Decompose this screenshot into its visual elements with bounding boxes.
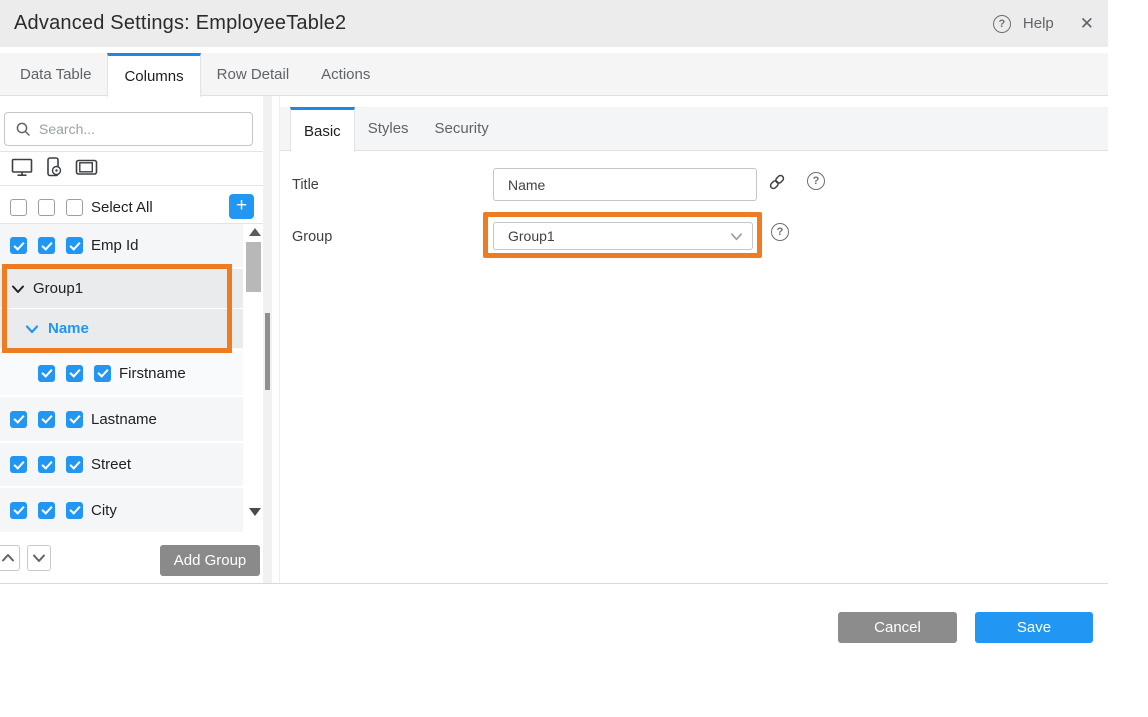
cancel-button[interactable]: Cancel — [838, 612, 957, 643]
search-icon — [15, 121, 31, 137]
dialog-header: Advanced Settings: EmployeeTable2 ? Help… — [0, 0, 1108, 47]
help-link[interactable]: Help — [1023, 15, 1054, 32]
mobile-checkbox[interactable] — [38, 502, 55, 519]
tab-styles[interactable]: Styles — [355, 107, 422, 150]
advanced-settings-dialog: Advanced Settings: EmployeeTable2 ? Help… — [0, 0, 1148, 717]
column-row-street[interactable]: Street — [0, 443, 243, 486]
column-row-firstname[interactable]: Firstname — [0, 351, 243, 395]
divider — [0, 583, 1108, 584]
column-settings-panel: Basic Styles Security Title ? Group Grou… — [280, 96, 1108, 583]
column-row-city[interactable]: City — [0, 488, 243, 532]
desktop-checkbox[interactable] — [10, 237, 27, 254]
close-icon[interactable]: ✕ — [1080, 14, 1094, 34]
select-all-tablet-checkbox[interactable] — [66, 199, 83, 216]
main-tab-bar: Data Table Columns Row Detail Actions — [0, 53, 1108, 96]
link-icon[interactable] — [767, 172, 787, 197]
chevron-down-icon[interactable] — [24, 321, 40, 337]
title-field-label: Title — [292, 177, 319, 193]
subgroup-label: Name — [48, 320, 89, 337]
group-dropdown-value: Group1 — [508, 228, 555, 244]
desktop-checkbox[interactable] — [38, 365, 55, 382]
tab-columns[interactable]: Columns — [107, 53, 200, 97]
move-down-button[interactable] — [27, 545, 51, 571]
column-list: Emp Id Group1 Name Firstname — [0, 224, 243, 534]
chevron-up-icon — [0, 550, 16, 566]
add-column-button[interactable]: + — [229, 194, 254, 219]
tab-actions[interactable]: Actions — [305, 53, 386, 95]
column-label: Lastname — [91, 411, 157, 428]
tablet-checkbox[interactable] — [66, 237, 83, 254]
divider — [0, 185, 263, 186]
save-button[interactable]: Save — [975, 612, 1093, 643]
mobile-checkbox[interactable] — [66, 365, 83, 382]
device-toggle-row — [10, 155, 100, 179]
mobile-icon[interactable] — [43, 155, 65, 179]
panel-tab-bar: Basic Styles Security — [280, 107, 1108, 151]
list-scrollbar-thumb[interactable] — [246, 242, 261, 292]
tablet-checkbox[interactable] — [94, 365, 111, 382]
group-dropdown[interactable]: Group1 — [493, 222, 753, 250]
mobile-checkbox[interactable] — [38, 456, 55, 473]
dialog-title: Advanced Settings: EmployeeTable2 — [14, 12, 346, 35]
tab-basic[interactable]: Basic — [290, 107, 355, 152]
select-all-mobile-checkbox[interactable] — [38, 199, 55, 216]
tablet-checkbox[interactable] — [66, 456, 83, 473]
scroll-down-button[interactable] — [249, 508, 261, 516]
scroll-up-button[interactable] — [249, 228, 261, 236]
chevron-down-icon — [31, 550, 47, 566]
select-all-row: Select All + — [0, 190, 263, 224]
desktop-checkbox[interactable] — [10, 411, 27, 428]
column-row-emp-id[interactable]: Emp Id — [0, 224, 243, 267]
tablet-checkbox[interactable] — [66, 411, 83, 428]
group-row-group1[interactable]: Group1 — [0, 269, 243, 308]
group-label: Group1 — [33, 280, 83, 297]
tablet-icon[interactable] — [74, 155, 100, 179]
sidebar-scrollbar-track[interactable] — [263, 96, 272, 583]
desktop-checkbox[interactable] — [10, 502, 27, 519]
add-group-button[interactable]: Add Group — [160, 545, 260, 576]
group-help-icon[interactable]: ? — [771, 223, 789, 241]
select-all-desktop-checkbox[interactable] — [10, 199, 27, 216]
search-input[interactable] — [39, 121, 229, 137]
column-label: City — [91, 502, 117, 519]
chevron-down-icon — [729, 229, 744, 249]
mobile-checkbox[interactable] — [38, 237, 55, 254]
move-up-button[interactable] — [0, 545, 20, 571]
title-input[interactable] — [493, 168, 757, 201]
mobile-checkbox[interactable] — [38, 411, 55, 428]
columns-sidebar: Select All + Emp Id Group1 — [0, 96, 263, 583]
group-field-label: Group — [292, 229, 332, 245]
tablet-checkbox[interactable] — [66, 502, 83, 519]
tab-data-table[interactable]: Data Table — [4, 53, 107, 95]
column-label: Firstname — [119, 365, 186, 382]
tab-row-detail[interactable]: Row Detail — [201, 53, 306, 95]
sidebar-scrollbar-thumb[interactable] — [265, 313, 270, 390]
tab-security[interactable]: Security — [422, 107, 502, 150]
column-row-lastname[interactable]: Lastname — [0, 397, 243, 441]
desktop-icon[interactable] — [10, 155, 34, 179]
column-search — [4, 112, 253, 146]
divider — [0, 151, 263, 152]
column-label: Street — [91, 456, 131, 473]
select-all-label: Select All — [91, 199, 153, 216]
column-label: Emp Id — [91, 237, 139, 254]
subgroup-row-name[interactable]: Name — [0, 309, 243, 348]
help-icon[interactable]: ? — [993, 15, 1011, 33]
chevron-down-icon[interactable] — [10, 281, 26, 297]
desktop-checkbox[interactable] — [10, 456, 27, 473]
title-help-icon[interactable]: ? — [807, 172, 825, 190]
